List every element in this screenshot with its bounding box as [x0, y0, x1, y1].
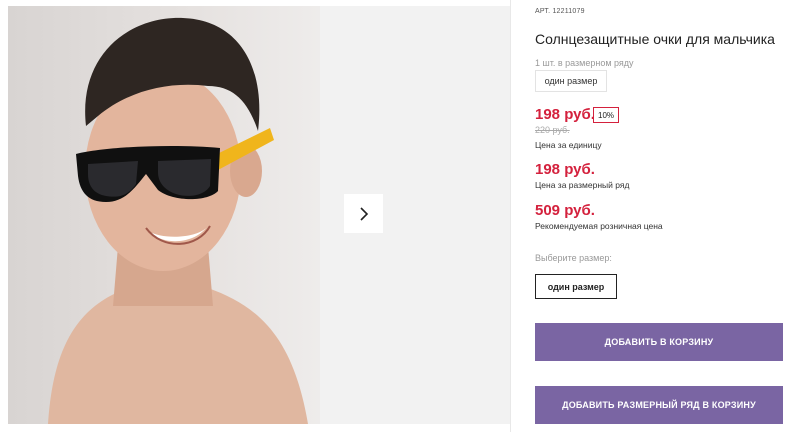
old-price: 220 руб.: [535, 125, 570, 135]
article-value: 12211079: [552, 8, 585, 15]
article-label: АРТ.: [535, 8, 551, 15]
row-price: 198 руб.: [535, 161, 595, 178]
size-chip: один размер: [535, 70, 607, 92]
product-photo: [8, 6, 320, 424]
add-to-cart-button[interactable]: ДОБАВИТЬ В КОРЗИНУ: [535, 323, 783, 361]
product-gallery: [8, 6, 510, 424]
discount-badge: 10%: [593, 107, 620, 123]
choose-size-label: Выберите размер:: [535, 253, 612, 263]
article-number: АРТ. 12211079: [535, 8, 585, 15]
product-title: Солнцезащитные очки для мальчика: [535, 31, 775, 47]
row-price-caption: Цена за размерный ряд: [535, 180, 630, 190]
quantity-note: 1 шт. в размерном ряду: [535, 58, 634, 68]
next-image-button[interactable]: [344, 194, 383, 233]
boy-sunglasses-image: [48, 17, 308, 424]
size-option-button[interactable]: один размер: [535, 274, 617, 299]
chevron-right-icon: [359, 206, 368, 221]
retail-price-caption: Рекомендуемая розничная цена: [535, 221, 663, 231]
unit-price: 198 руб.: [535, 106, 595, 123]
column-divider: [510, 0, 511, 432]
add-size-row-to-cart-button[interactable]: ДОБАВИТЬ РАЗМЕРНЫЙ РЯД В КОРЗИНУ: [535, 386, 783, 424]
unit-price-caption: Цена за единицу: [535, 140, 602, 150]
retail-price: 509 руб.: [535, 202, 595, 219]
